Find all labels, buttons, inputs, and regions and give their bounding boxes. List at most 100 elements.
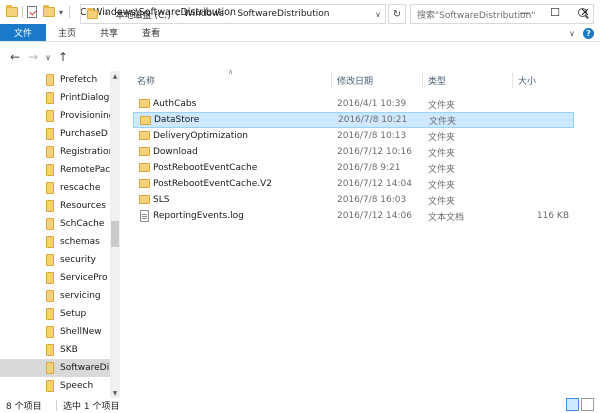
forward-arrow-icon[interactable]: → xyxy=(24,50,42,64)
search-input[interactable]: 搜索"SoftwareDistribution" xyxy=(410,4,594,24)
folder-icon xyxy=(46,308,54,320)
navigation-bar: ← → ∨ ↑ xyxy=(0,43,600,71)
nav-item-softwaredistribution[interactable]: SoftwareDi xyxy=(0,359,110,377)
folder-icon xyxy=(46,380,54,392)
file-row[interactable]: Download 2016/7/12 10:16 文件夹 xyxy=(133,144,574,160)
nav-item-servicing[interactable]: servicing xyxy=(0,287,110,305)
chevron-down-icon[interactable]: ∨ xyxy=(375,10,381,19)
column-header-type[interactable]: 类型 xyxy=(428,72,446,88)
scrollbar-thumb[interactable] xyxy=(111,221,119,247)
divider xyxy=(22,6,23,18)
folder-icon xyxy=(46,344,54,356)
file-row[interactable]: ReportingEvents.log 2016/7/12 14:06 文本文档… xyxy=(133,208,574,224)
file-row[interactable]: SLS 2016/7/8 16:03 文件夹 xyxy=(133,192,574,208)
large-icons-view-icon[interactable] xyxy=(581,398,594,411)
new-folder-icon[interactable] xyxy=(43,5,55,17)
back-arrow-icon[interactable]: ← xyxy=(6,50,24,64)
navigation-pane: Prefetch PrintDialog Provisioning Purcha… xyxy=(0,71,120,398)
text-file-icon xyxy=(140,210,149,222)
chevron-down-icon[interactable]: ▾ xyxy=(59,8,63,17)
folder-icon xyxy=(46,326,54,338)
tab-file[interactable]: 文件 xyxy=(0,24,47,41)
folder-icon xyxy=(6,5,18,17)
quick-access-toolbar: ▾ xyxy=(0,0,63,24)
folder-icon xyxy=(46,74,54,86)
folder-icon xyxy=(46,362,54,374)
ribbon-right-controls: ∨ ? xyxy=(569,24,594,42)
status-bar: 8 个项目 选中 1 个项目 xyxy=(0,397,600,413)
breadcrumb-overflow[interactable]: « xyxy=(104,9,110,19)
file-row[interactable]: PostRebootEventCache 2016/7/8 9:21 文件夹 xyxy=(133,160,574,176)
nav-item-skb[interactable]: SKB xyxy=(0,341,110,359)
tab-share[interactable]: 共享 xyxy=(88,24,130,41)
column-divider[interactable] xyxy=(331,72,332,88)
nav-item-shellnew[interactable]: ShellNew xyxy=(0,323,110,341)
nav-item-schcache[interactable]: SchCache xyxy=(0,215,110,233)
folder-icon xyxy=(139,147,150,156)
folder-icon xyxy=(87,7,98,19)
folder-icon xyxy=(140,116,151,125)
column-divider[interactable] xyxy=(422,72,423,88)
folder-icon xyxy=(46,146,54,158)
nav-item-registration[interactable]: Registration xyxy=(0,143,110,161)
folder-icon xyxy=(139,131,150,140)
nav-item-prefetch[interactable]: Prefetch xyxy=(0,71,110,89)
folder-icon xyxy=(46,128,54,140)
chevron-right-icon[interactable]: › xyxy=(176,10,179,19)
file-row[interactable]: DataStore 2016/7/8 10:21 文件夹 xyxy=(133,112,574,128)
divider xyxy=(69,6,71,18)
folder-icon xyxy=(46,290,54,302)
folder-icon xyxy=(139,163,150,172)
scroll-up-icon[interactable]: ▲ xyxy=(110,71,120,81)
refresh-icon: ↻ xyxy=(392,8,402,20)
folder-icon xyxy=(46,110,54,122)
file-row[interactable]: DeliveryOptimization 2016/7/8 10:13 文件夹 xyxy=(133,128,574,144)
column-divider[interactable] xyxy=(512,72,513,88)
folder-icon xyxy=(46,236,54,248)
properties-icon[interactable] xyxy=(27,6,37,18)
folder-icon xyxy=(46,272,54,284)
nav-pane-scrollbar[interactable]: ▲ ▼ xyxy=(110,71,120,398)
folder-icon xyxy=(46,164,54,176)
file-row[interactable]: AuthCabs 2016/4/1 10:39 文件夹 xyxy=(133,96,574,112)
details-view-icon[interactable] xyxy=(566,398,579,411)
nav-item-servicepro[interactable]: ServicePro xyxy=(0,269,110,287)
column-header-name[interactable]: 名称 xyxy=(137,72,155,88)
tab-view[interactable]: 查看 xyxy=(130,24,172,41)
breadcrumb-windows[interactable]: Windows xyxy=(184,9,224,19)
help-icon[interactable]: ? xyxy=(583,27,594,39)
chevron-right-icon[interactable]: › xyxy=(229,10,232,19)
folder-icon xyxy=(139,99,150,108)
sort-ascending-icon: ∧ xyxy=(228,68,234,76)
file-row[interactable]: PostRebootEventCache.V2 2016/7/12 14:04 … xyxy=(133,176,574,192)
search-placeholder: 搜索"SoftwareDistribution" xyxy=(417,10,536,21)
selection-count: 选中 1 个项目 xyxy=(63,401,120,412)
nav-item-purchased[interactable]: PurchaseD xyxy=(0,125,110,143)
nav-item-printdialog[interactable]: PrintDialog xyxy=(0,89,110,107)
divider xyxy=(56,400,57,411)
refresh-button[interactable]: ↻ xyxy=(388,4,406,24)
nav-item-resources[interactable]: Resources xyxy=(0,197,110,215)
folder-icon xyxy=(46,182,54,194)
chevron-down-icon[interactable]: ∨ xyxy=(569,29,575,38)
item-count: 8 个项目 xyxy=(6,401,42,412)
nav-item-rescache[interactable]: rescache xyxy=(0,179,110,197)
search-icon xyxy=(578,8,587,17)
nav-item-remotepac[interactable]: RemotePac xyxy=(0,161,110,179)
nav-item-setup[interactable]: Setup xyxy=(0,305,110,323)
tab-home[interactable]: 主页 xyxy=(46,24,88,41)
breadcrumb-local-disk[interactable]: 本地磁盘 (C:) xyxy=(116,8,171,21)
ribbon-tabs: 文件 主页 共享 查看 ∨ ? xyxy=(0,24,600,42)
breadcrumb-softwaredistribution[interactable]: SoftwareDistribution xyxy=(237,9,329,19)
nav-item-security[interactable]: security xyxy=(0,251,110,269)
nav-item-schemas[interactable]: schemas xyxy=(0,233,110,251)
folder-icon xyxy=(46,92,54,104)
folder-icon xyxy=(46,200,54,212)
column-header-size[interactable]: 大小 xyxy=(518,72,536,88)
recent-locations-icon[interactable]: ∨ xyxy=(42,53,54,62)
column-header-date[interactable]: 修改日期 xyxy=(337,72,373,88)
nav-item-provisioning[interactable]: Provisioning xyxy=(0,107,110,125)
nav-item-speech[interactable]: Speech xyxy=(0,377,110,395)
up-arrow-icon[interactable]: ↑ xyxy=(54,50,72,64)
address-bar[interactable]: « 本地磁盘 (C:) › Windows › SoftwareDistribu… xyxy=(80,4,386,24)
